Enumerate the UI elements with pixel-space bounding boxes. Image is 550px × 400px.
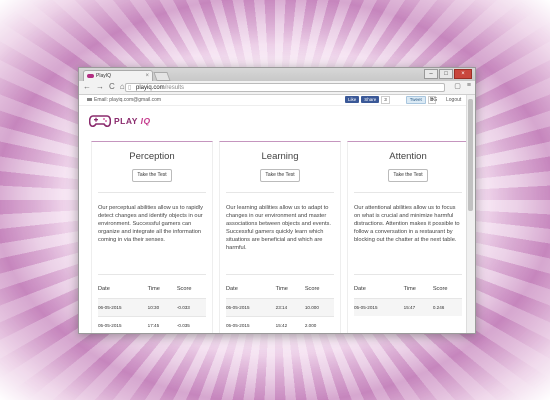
results-table: Date Time Score 05-05-2015 23:14 10.000 …	[226, 283, 334, 333]
url-path: /results	[164, 85, 185, 91]
reload-icon[interactable]: C	[109, 82, 115, 91]
logo-text: PLAY IQ	[114, 116, 151, 126]
facebook-count: 3	[381, 96, 390, 104]
mail-icon	[87, 98, 92, 102]
card-title: Attention	[389, 151, 427, 162]
divider	[226, 274, 334, 275]
playiq-logo[interactable]: PLAY IQ	[89, 113, 151, 129]
cell-time: 23:14	[275, 298, 305, 317]
page-content: Email: playiq.com@gmail.com Like Share 3…	[79, 95, 467, 333]
browser-window: PlayIQ × – □ × ← → C ⌂ ▯ playiq.com/resu…	[78, 67, 476, 334]
divider	[98, 274, 206, 275]
extension-icon[interactable]: ▢	[454, 82, 461, 90]
table-row: 05-05-2015 15:42 2.000	[226, 316, 334, 333]
logo-play: PLAY	[114, 116, 138, 126]
card-learning: Learning Take the Test Our learning abil…	[219, 141, 341, 333]
column-header-score: Score	[304, 286, 320, 292]
scrollbar-thumb[interactable]	[468, 99, 473, 211]
divider	[98, 192, 206, 193]
maximize-button[interactable]: □	[439, 69, 453, 79]
title-bar: PlayIQ × – □ ×	[79, 68, 475, 81]
column-header-date: Date	[226, 286, 238, 292]
card-attention: Attention Take the Test Our attentional …	[347, 141, 467, 333]
cell-date: 05-05-2015	[354, 298, 404, 316]
vertical-scrollbar[interactable]	[466, 95, 475, 333]
logout-link[interactable]: Logout	[446, 97, 461, 103]
table-header: Date Time Score	[98, 283, 206, 299]
social-buttons: Like Share 3 Tweet 0	[345, 96, 437, 104]
facebook-share-button[interactable]: Share	[361, 96, 380, 103]
cell-time: 17:45	[147, 316, 177, 333]
table-row: 05-05-2015 15:47 0.246	[354, 298, 462, 316]
card-description: Our attentional abilities allow us to fo…	[354, 205, 460, 243]
browser-tab[interactable]: PlayIQ ×	[83, 70, 153, 81]
results-table: Date Time Score 06-05-2015 10:30 -0.033 …	[98, 283, 206, 333]
cell-date: 05-05-2015	[226, 316, 276, 333]
table-row: 05-05-2015 17:45 -0.035	[98, 316, 206, 333]
email-label: Email: playiq.com@gmail.com	[87, 97, 161, 103]
toolbar-right: ▢ ≡	[454, 82, 471, 90]
tab-title: PlayIQ	[96, 73, 112, 79]
cell-time: 10:30	[147, 298, 177, 317]
column-header-time: Time	[275, 286, 288, 292]
results-table: Date Time Score 05-05-2015 15:47 0.246	[354, 283, 462, 316]
cell-date: 05-05-2015	[98, 316, 148, 333]
column-header-date: Date	[354, 286, 366, 292]
close-window-button[interactable]: ×	[454, 69, 472, 79]
divider	[354, 274, 462, 275]
take-test-button[interactable]: Take the Test	[260, 169, 300, 182]
new-tab-button[interactable]	[153, 72, 171, 81]
card-title: Learning	[261, 151, 299, 162]
email-text: Email: playiq.com@gmail.com	[94, 97, 162, 103]
menu-icon[interactable]: ≡	[467, 82, 471, 90]
address-bar[interactable]: ▯ playiq.com/results	[125, 83, 445, 92]
browser-toolbar: ← → C ⌂ ▯ playiq.com/results ▢ ≡	[79, 81, 475, 95]
column-header-date: Date	[98, 286, 110, 292]
page-icon: ▯	[128, 85, 132, 91]
favicon-icon	[87, 74, 94, 78]
gamepad-icon	[89, 115, 111, 128]
cell-score: 0.246	[432, 298, 462, 316]
cell-time: 15:47	[403, 298, 433, 316]
cell-time: 15:42	[275, 316, 305, 333]
divider	[354, 192, 462, 193]
nav-buttons: ← → C ⌂	[83, 82, 125, 91]
cell-score: -0.035	[176, 316, 206, 333]
cell-date: 06-05-2015	[98, 298, 148, 317]
table-row: 05-05-2015 23:14 10.000	[226, 298, 334, 317]
card-description: Our perceptual abilities allow us to rap…	[98, 205, 203, 243]
card-title: Perception	[129, 151, 175, 162]
forward-icon[interactable]: →	[96, 82, 104, 91]
url-domain: playiq.com	[136, 85, 165, 91]
cell-score: -0.033	[176, 298, 206, 317]
column-header-score: Score	[176, 286, 192, 292]
table-row: 06-05-2015 10:30 -0.033	[98, 298, 206, 317]
facebook-like-button[interactable]: Like	[345, 96, 360, 103]
window-controls: – □ ×	[424, 69, 472, 79]
language-link[interactable]: BG	[430, 97, 437, 103]
logo-iq: IQ	[140, 116, 151, 126]
column-header-score: Score	[432, 286, 448, 292]
back-icon[interactable]: ←	[83, 82, 91, 91]
cell-score: 2.000	[304, 316, 334, 333]
divider	[226, 192, 334, 193]
card-perception: Perception Take the Test Our perceptual …	[91, 141, 213, 333]
cell-date: 05-05-2015	[226, 298, 276, 317]
minimize-button[interactable]: –	[424, 69, 438, 79]
tweet-button[interactable]: Tweet	[405, 96, 426, 104]
table-header: Date Time Score	[354, 283, 462, 299]
card-description: Our learning abilities allow us to adapt…	[226, 205, 331, 251]
column-header-time: Time	[147, 286, 160, 292]
take-test-button[interactable]: Take the Test	[388, 169, 428, 182]
column-header-time: Time	[403, 286, 416, 292]
home-icon[interactable]: ⌂	[120, 82, 125, 91]
top-strip: Email: playiq.com@gmail.com Like Share 3…	[79, 95, 467, 106]
take-test-button[interactable]: Take the Test	[132, 169, 172, 182]
cell-score: 10.000	[304, 298, 334, 317]
table-header: Date Time Score	[226, 283, 334, 299]
